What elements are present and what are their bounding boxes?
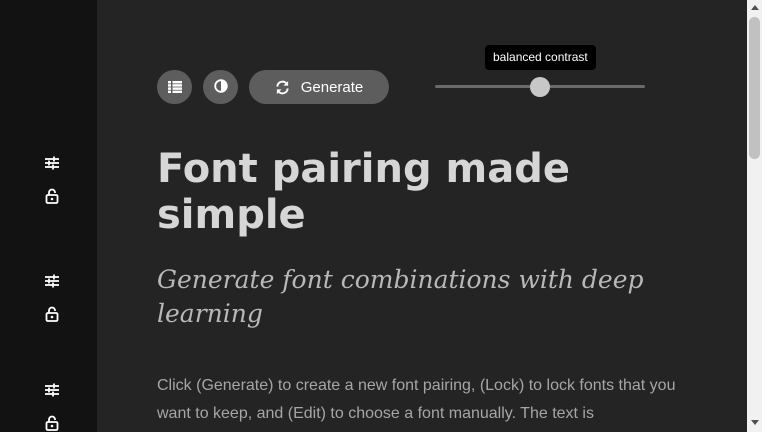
contrast-slider: balanced contrast [435, 44, 647, 104]
vertical-scrollbar[interactable] [747, 0, 762, 432]
toolbar: Generate [157, 70, 389, 104]
scroll-up-arrow[interactable] [751, 5, 759, 10]
generate-button[interactable]: Generate [249, 70, 389, 104]
lock-open-icon[interactable] [43, 187, 61, 205]
tune-icon[interactable] [43, 272, 61, 290]
scroll-thumb[interactable] [749, 17, 760, 159]
contrast-button[interactable] [203, 70, 238, 104]
slider-tooltip: balanced contrast [485, 45, 596, 70]
list-button[interactable] [157, 70, 192, 104]
intro-paragraph: Click (Generate) to create a new font pa… [157, 377, 676, 422]
contrast-icon [213, 78, 228, 97]
refresh-icon [275, 80, 290, 95]
generate-label: Generate [300, 78, 364, 96]
app-window: Generate balanced contrast Font pairing … [0, 0, 762, 432]
scroll-down-arrow[interactable] [751, 420, 759, 425]
tune-icon[interactable] [43, 154, 61, 172]
sidebar [0, 0, 97, 432]
main-content: Generate balanced contrast Font pairing … [97, 0, 747, 432]
page-subtitle: Generate font combinations with deep lea… [157, 265, 644, 328]
lock-open-icon[interactable] [43, 414, 61, 432]
list-icon [167, 78, 182, 97]
tune-icon[interactable] [43, 381, 61, 399]
slider-thumb[interactable] [530, 77, 550, 97]
page-title: Font pairing made simple [157, 146, 570, 238]
lock-open-icon[interactable] [43, 305, 61, 323]
